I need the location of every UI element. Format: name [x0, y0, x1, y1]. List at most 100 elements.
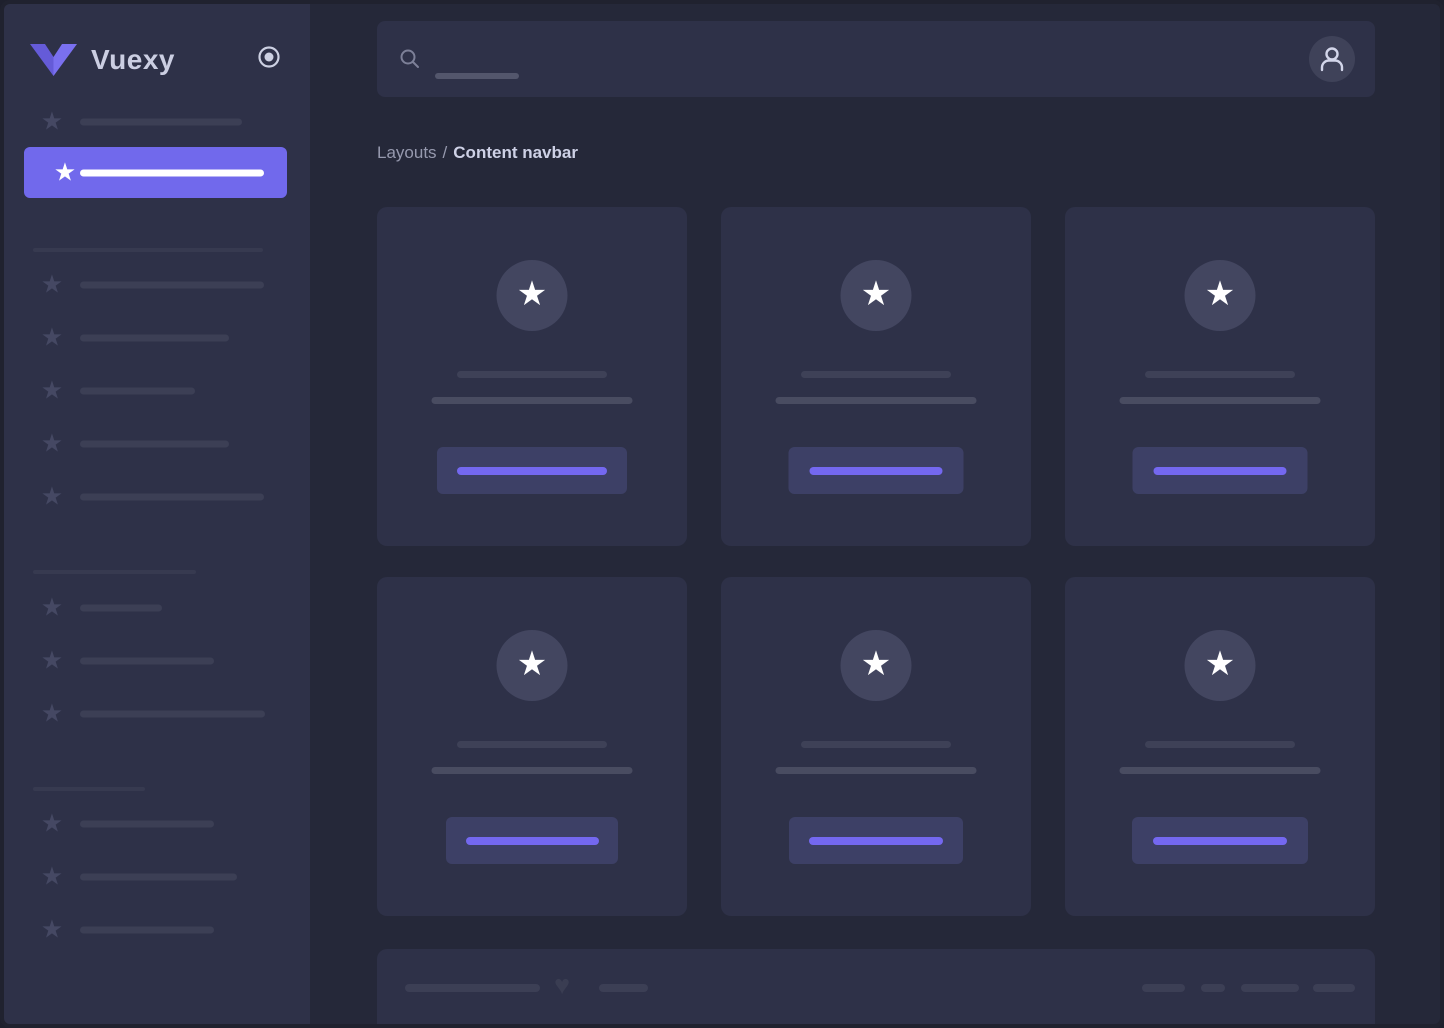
sidebar-item-skeleton[interactable]: ★	[4, 471, 310, 524]
star-icon: ★	[38, 649, 66, 674]
card-avatar: ★	[1185, 260, 1256, 331]
star-icon: ★	[38, 812, 66, 837]
sidebar-item-skeleton[interactable]: ★	[4, 851, 310, 904]
search-placeholder-skeleton	[435, 73, 519, 79]
feature-card: ★	[377, 207, 687, 546]
app-window: Vuexy ★ ★ ★ ★ ★ ★ ★ ★ ★ ★ ★ ★ ★	[0, 0, 1444, 1028]
sidebar-item-skeleton[interactable]: ★	[4, 798, 310, 851]
star-icon: ★	[861, 277, 891, 311]
feature-card: ★	[721, 207, 1031, 546]
card-title-skeleton	[1145, 741, 1295, 748]
menu-label-skeleton	[80, 119, 242, 126]
star-icon: ★	[38, 326, 66, 351]
sidebar-item-skeleton[interactable]: ★	[4, 312, 310, 365]
sidebar-item-skeleton[interactable]: ★	[4, 582, 310, 635]
button-label-skeleton	[457, 467, 607, 475]
breadcrumb-separator: /	[443, 143, 448, 162]
footer-skeleton-bar	[1201, 984, 1225, 992]
card-avatar: ★	[841, 260, 912, 331]
card-title-skeleton	[801, 371, 951, 378]
star-icon: ★	[1205, 277, 1235, 311]
card-subtitle-skeleton	[776, 767, 977, 774]
menu-label-skeleton	[80, 927, 214, 934]
menu-label-skeleton	[80, 388, 195, 395]
vuexy-logo-icon	[30, 44, 77, 76]
card-action-button[interactable]	[1132, 817, 1308, 864]
star-icon: ★	[38, 865, 66, 890]
card-avatar: ★	[1185, 630, 1256, 701]
star-icon: ★	[517, 647, 547, 681]
star-icon: ★	[38, 379, 66, 404]
logo-row: Vuexy	[30, 38, 175, 82]
card-title-skeleton	[457, 371, 607, 378]
star-icon: ★	[517, 277, 547, 311]
footer-skeleton-bar	[1313, 984, 1355, 992]
nav-section-divider	[33, 787, 145, 791]
feature-card: ★	[1065, 577, 1375, 916]
card-subtitle-skeleton	[432, 397, 633, 404]
card-subtitle-skeleton	[1120, 767, 1321, 774]
menu-label-skeleton	[80, 335, 229, 342]
star-icon: ★	[38, 485, 66, 510]
sidebar: Vuexy ★ ★ ★ ★ ★ ★ ★ ★ ★ ★ ★ ★ ★	[4, 4, 310, 1024]
footer-skeleton-bar	[1241, 984, 1299, 992]
footer-skeleton-bar	[599, 984, 648, 992]
user-icon	[1309, 36, 1355, 82]
star-icon: ★	[38, 273, 66, 298]
footer-skeleton-bar	[1142, 984, 1185, 992]
card-title-skeleton	[457, 741, 607, 748]
star-icon: ★	[38, 596, 66, 621]
feature-card: ★	[1065, 207, 1375, 546]
breadcrumb-section[interactable]: Layouts	[377, 143, 437, 162]
nav-section-divider	[33, 248, 263, 252]
card-subtitle-skeleton	[1120, 397, 1321, 404]
sidebar-item-skeleton[interactable]: ★	[4, 259, 310, 312]
star-icon: ★	[1205, 647, 1235, 681]
menu-label-skeleton	[80, 711, 265, 718]
star-icon: ★	[861, 647, 891, 681]
menu-label-skeleton	[80, 282, 264, 289]
sidebar-collapse-toggle-icon[interactable]	[257, 45, 281, 69]
card-title-skeleton	[801, 741, 951, 748]
card-avatar: ★	[841, 630, 912, 701]
menu-label-skeleton	[80, 605, 162, 612]
button-label-skeleton	[466, 837, 599, 845]
card-subtitle-skeleton	[776, 397, 977, 404]
sidebar-item-skeleton[interactable]: ★	[4, 365, 310, 418]
breadcrumb-current: Content navbar	[453, 143, 578, 162]
card-subtitle-skeleton	[432, 767, 633, 774]
star-icon: ★	[38, 110, 66, 135]
card-action-button[interactable]	[446, 817, 618, 864]
button-label-skeleton	[809, 837, 943, 845]
card-avatar: ★	[497, 630, 568, 701]
footer-skeleton-bar	[405, 984, 540, 992]
app-title: Vuexy	[91, 44, 175, 76]
card-action-button[interactable]	[789, 817, 963, 864]
breadcrumb: Layouts / Content navbar	[377, 143, 578, 163]
menu-label-skeleton	[80, 494, 264, 501]
footer-card: ♥	[377, 949, 1375, 1028]
top-navbar	[377, 21, 1375, 97]
search-input[interactable]	[377, 21, 937, 97]
sidebar-item-skeleton[interactable]: ★	[4, 418, 310, 471]
button-label-skeleton	[1154, 467, 1287, 475]
sidebar-item-skeleton[interactable]: ★	[4, 688, 310, 741]
menu-label-skeleton	[80, 821, 214, 828]
menu-label-skeleton	[80, 874, 237, 881]
card-action-button[interactable]	[1133, 447, 1308, 494]
sidebar-item-skeleton[interactable]: ★	[4, 635, 310, 688]
star-icon: ★	[38, 702, 66, 727]
card-action-button[interactable]	[789, 447, 964, 494]
user-avatar-button[interactable]	[1309, 36, 1355, 82]
sidebar-item-skeleton[interactable]: ★	[4, 96, 310, 149]
heart-icon: ♥	[554, 972, 570, 999]
star-icon: ★	[51, 160, 79, 185]
card-title-skeleton	[1145, 371, 1295, 378]
card-action-button[interactable]	[437, 447, 627, 494]
feature-card: ★	[377, 577, 687, 916]
feature-card: ★	[721, 577, 1031, 916]
star-icon: ★	[38, 432, 66, 457]
sidebar-item-active[interactable]: ★	[24, 147, 287, 198]
search-icon	[399, 48, 421, 75]
sidebar-item-skeleton[interactable]: ★	[4, 904, 310, 957]
